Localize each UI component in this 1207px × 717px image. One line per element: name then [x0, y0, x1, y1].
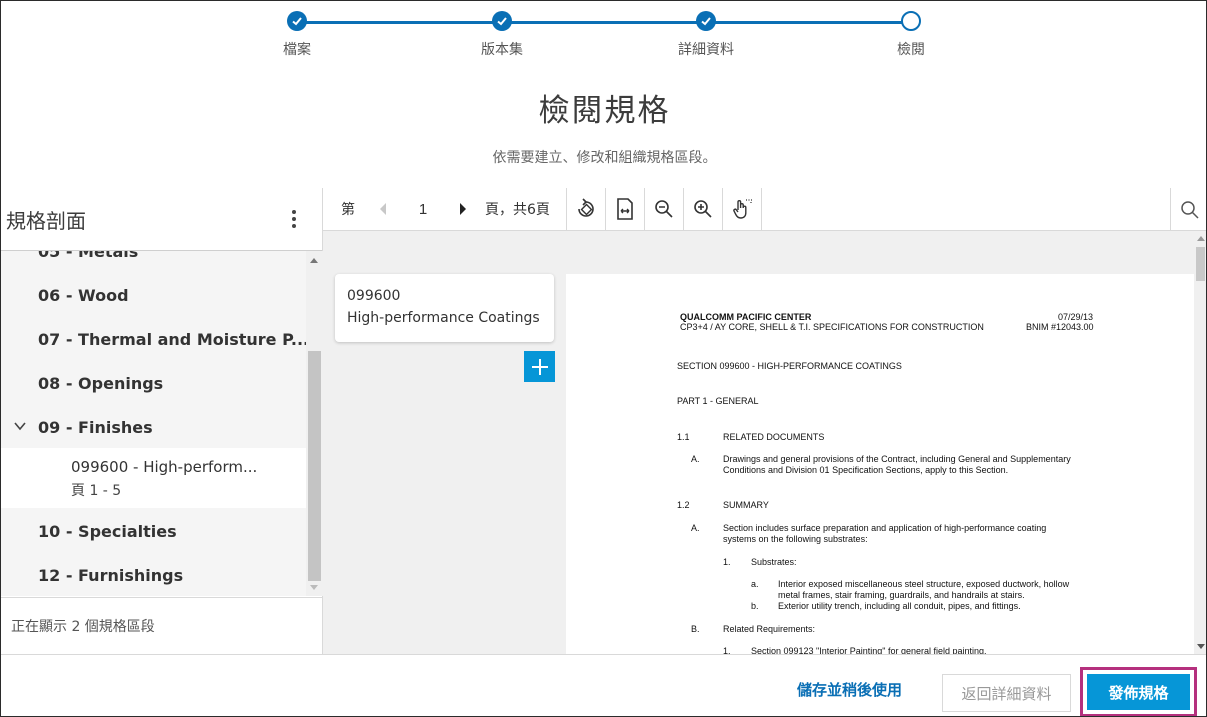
spec-sections-panel: 規格剖面 05 - Metals 06 - Wood 07 - Thermal …: [1, 188, 323, 654]
step-label: 版本集: [481, 42, 523, 58]
prev-page-icon[interactable]: [369, 188, 397, 231]
check-icon: [287, 11, 307, 31]
rotate-icon[interactable]: [567, 188, 605, 231]
sub-item-title: 099600 - High-perform...: [71, 458, 258, 476]
doc-text: Related Requirements:: [723, 624, 816, 634]
scroll-down-icon[interactable]: [310, 585, 318, 590]
app-window: 檔案 版本集 詳細資料 檢閱 檢閱規格 依需要建立、修改和組織規格區段。 規格剖…: [0, 0, 1207, 717]
page-suffix: 頁，共6頁: [485, 202, 550, 218]
sidebar-scrollbar[interactable]: [306, 251, 323, 596]
zoom-in-icon[interactable]: [684, 188, 722, 231]
footer-bar: 儲存並稍後使用 返回詳細資料 發佈規格: [1, 654, 1206, 716]
doc-number: 1.: [723, 646, 731, 654]
pan-hand-icon[interactable]: [723, 188, 761, 231]
doc-text: systems on the following substrates:: [723, 534, 868, 544]
doc-header-left-2: CP3+4 / AY CORE, SHELL & T.I. SPECIFICAT…: [680, 322, 984, 332]
doc-text: Section 099123 "Interior Painting" for g…: [751, 646, 987, 654]
doc-number: A.: [691, 454, 700, 464]
doc-section-title: SECTION 099600 - HIGH-PERFORMANCE COATIN…: [677, 361, 902, 371]
document-scrollbar[interactable]: [1194, 231, 1206, 654]
current-step-icon: [901, 11, 921, 31]
step-label: 檔案: [283, 42, 311, 58]
doc-part: PART 1 - GENERAL: [677, 396, 759, 406]
doc-number: b.: [751, 601, 759, 611]
publish-button[interactable]: 發佈規格: [1087, 674, 1190, 710]
back-to-details-button[interactable]: 返回詳細資料: [942, 674, 1071, 712]
tree-item[interactable]: 12 - Furnishings: [1, 553, 306, 596]
doc-number: B.: [691, 624, 700, 634]
doc-heading: RELATED DOCUMENTS: [723, 432, 825, 442]
step-label: 檢閱: [897, 42, 925, 58]
check-icon: [696, 11, 716, 31]
document-page: QUALCOMM PACIFIC CENTER CP3+4 / AY CORE,…: [566, 274, 1194, 654]
doc-text: Substrates:: [751, 557, 797, 567]
step-details[interactable]: 詳細資料: [626, 11, 786, 59]
doc-heading: SUMMARY: [723, 500, 769, 510]
page-subtitle: 依需要建立、修改和組織規格區段。: [492, 150, 717, 166]
scroll-thumb[interactable]: [1196, 247, 1205, 281]
tree-sub-item-selected[interactable]: 099600 - High-perform... 頁 1 - 5: [1, 448, 306, 508]
viewer-toolbar: 第 頁，共6頁: [323, 187, 1206, 231]
tree-item[interactable]: 08 - Openings: [1, 361, 306, 405]
tree-item-finishes[interactable]: 09 - Finishes: [1, 405, 306, 449]
tree-item[interactable]: 10 - Specialties: [1, 509, 306, 553]
step-review[interactable]: 檢閱: [831, 11, 991, 59]
tree-item[interactable]: 06 - Wood: [1, 273, 306, 317]
scroll-up-icon[interactable]: [1197, 236, 1205, 241]
doc-header-right-2: BNIM #12043.00: [1026, 322, 1094, 332]
tree-item[interactable]: 07 - Thermal and Moisture P...: [1, 317, 306, 361]
scroll-down-icon[interactable]: [1197, 644, 1205, 649]
section-code: 099600: [347, 288, 401, 304]
check-icon: [492, 11, 512, 31]
panel-title: 規格剖面: [6, 208, 86, 233]
stepper-line: [297, 21, 911, 24]
add-section-button[interactable]: [524, 351, 555, 382]
tree-item[interactable]: 05 - Metals: [1, 251, 306, 273]
step-label: 詳細資料: [678, 42, 734, 58]
document-viewer: 第 頁，共6頁: [323, 187, 1206, 654]
doc-text: Section includes surface preparation and…: [723, 523, 1047, 533]
publish-highlight: 發佈規格: [1080, 667, 1197, 716]
doc-number: A.: [691, 523, 700, 533]
chevron-down-icon[interactable]: [13, 419, 27, 433]
fit-width-icon[interactable]: [606, 188, 644, 231]
doc-number: 1.2: [677, 500, 690, 510]
section-tree: 05 - Metals 06 - Wood 07 - Thermal and M…: [1, 251, 306, 596]
sub-item-pages: 頁 1 - 5: [71, 483, 122, 499]
doc-text: Exterior utility trench, including all c…: [778, 601, 1021, 611]
step-version-sets[interactable]: 版本集: [422, 11, 582, 59]
search-icon[interactable]: [1170, 188, 1206, 231]
doc-number: 1.: [723, 557, 731, 567]
scroll-up-icon[interactable]: [310, 258, 318, 263]
doc-text: Interior exposed miscellaneous steel str…: [778, 579, 1070, 589]
step-files[interactable]: 檔案: [217, 11, 377, 59]
section-card[interactable]: 099600 High-performance Coatings: [335, 274, 554, 342]
more-options-icon[interactable]: [284, 207, 304, 231]
tree-item-label: 09 - Finishes: [38, 417, 153, 437]
doc-header-left-1: QUALCOMM PACIFIC CENTER: [680, 312, 812, 322]
scroll-thumb[interactable]: [308, 351, 321, 581]
next-page-icon[interactable]: [449, 188, 477, 231]
plus-icon: [531, 358, 548, 375]
doc-number: a.: [751, 579, 759, 589]
section-name: High-performance Coatings: [347, 310, 540, 326]
page-prefix: 第: [341, 202, 355, 218]
panel-header: 規格剖面: [1, 188, 322, 251]
doc-header-right-1: 07/29/13: [1058, 312, 1094, 322]
doc-text: metal frames, stair framing, guardrails,…: [778, 590, 1025, 600]
page-title: 檢閱規格: [538, 93, 671, 129]
save-later-button[interactable]: 儲存並稍後使用: [797, 679, 902, 700]
zoom-out-icon[interactable]: [645, 188, 683, 231]
wizard-stepper: 檔案 版本集 詳細資料 檢閱: [1, 11, 1206, 71]
page-number-input[interactable]: [397, 200, 449, 218]
doc-text: Drawings and general provisions of the C…: [723, 454, 1071, 464]
section-count: 正在顯示 2 個規格區段: [1, 597, 323, 654]
doc-number: 1.1: [677, 432, 690, 442]
doc-text: Conditions and Division 01 Specification…: [723, 465, 1009, 475]
